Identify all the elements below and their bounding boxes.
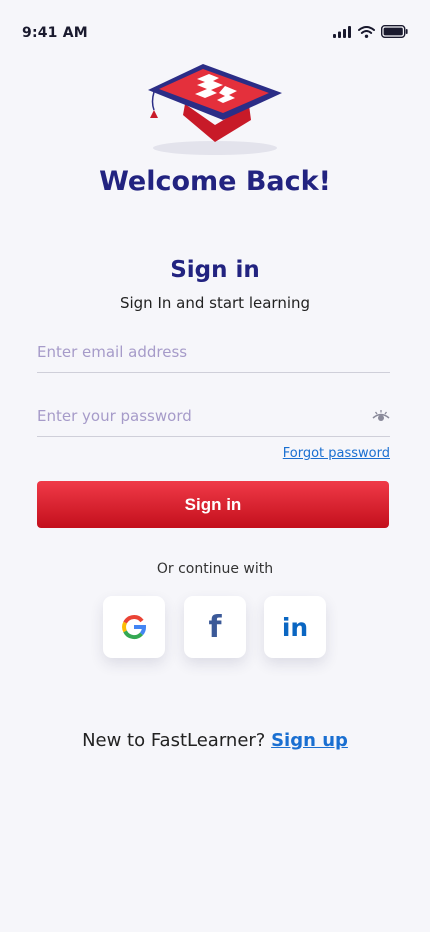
show-password-icon[interactable]: [372, 409, 390, 423]
sign-in-button[interactable]: Sign in: [37, 481, 389, 528]
email-input[interactable]: [37, 334, 357, 370]
graduation-cap-logo: [148, 64, 282, 155]
facebook-icon: f: [208, 609, 222, 645]
status-time: 9:41 AM: [22, 25, 88, 41]
signin-subtitle: Sign In and start learning: [119, 294, 311, 312]
linkedin-icon: in: [281, 612, 309, 642]
status-bar: 9:41 AM: [0, 0, 430, 64]
signin-title: Sign in: [170, 257, 260, 283]
sign-up-link[interactable]: Sign up: [271, 730, 348, 751]
signup-prompt: New to FastLearner? Sign up: [0, 730, 430, 751]
google-login-button[interactable]: [103, 596, 165, 658]
forgot-password-link[interactable]: Forgot password: [283, 446, 390, 461]
signal-icon: [333, 25, 351, 38]
continue-with-label: Or continue with: [156, 561, 274, 577]
password-input[interactable]: [37, 398, 357, 434]
password-field[interactable]: [37, 398, 390, 437]
signup-prompt-text: New to FastLearner?: [82, 730, 266, 751]
email-field[interactable]: [37, 334, 390, 373]
facebook-login-button[interactable]: f: [184, 596, 246, 658]
status-icons: [333, 25, 408, 38]
welcome-heading: Welcome Back!: [99, 166, 331, 197]
linkedin-login-button[interactable]: in: [264, 596, 326, 658]
battery-icon: [381, 25, 408, 38]
wifi-icon: [358, 25, 375, 38]
google-icon: [122, 615, 146, 640]
